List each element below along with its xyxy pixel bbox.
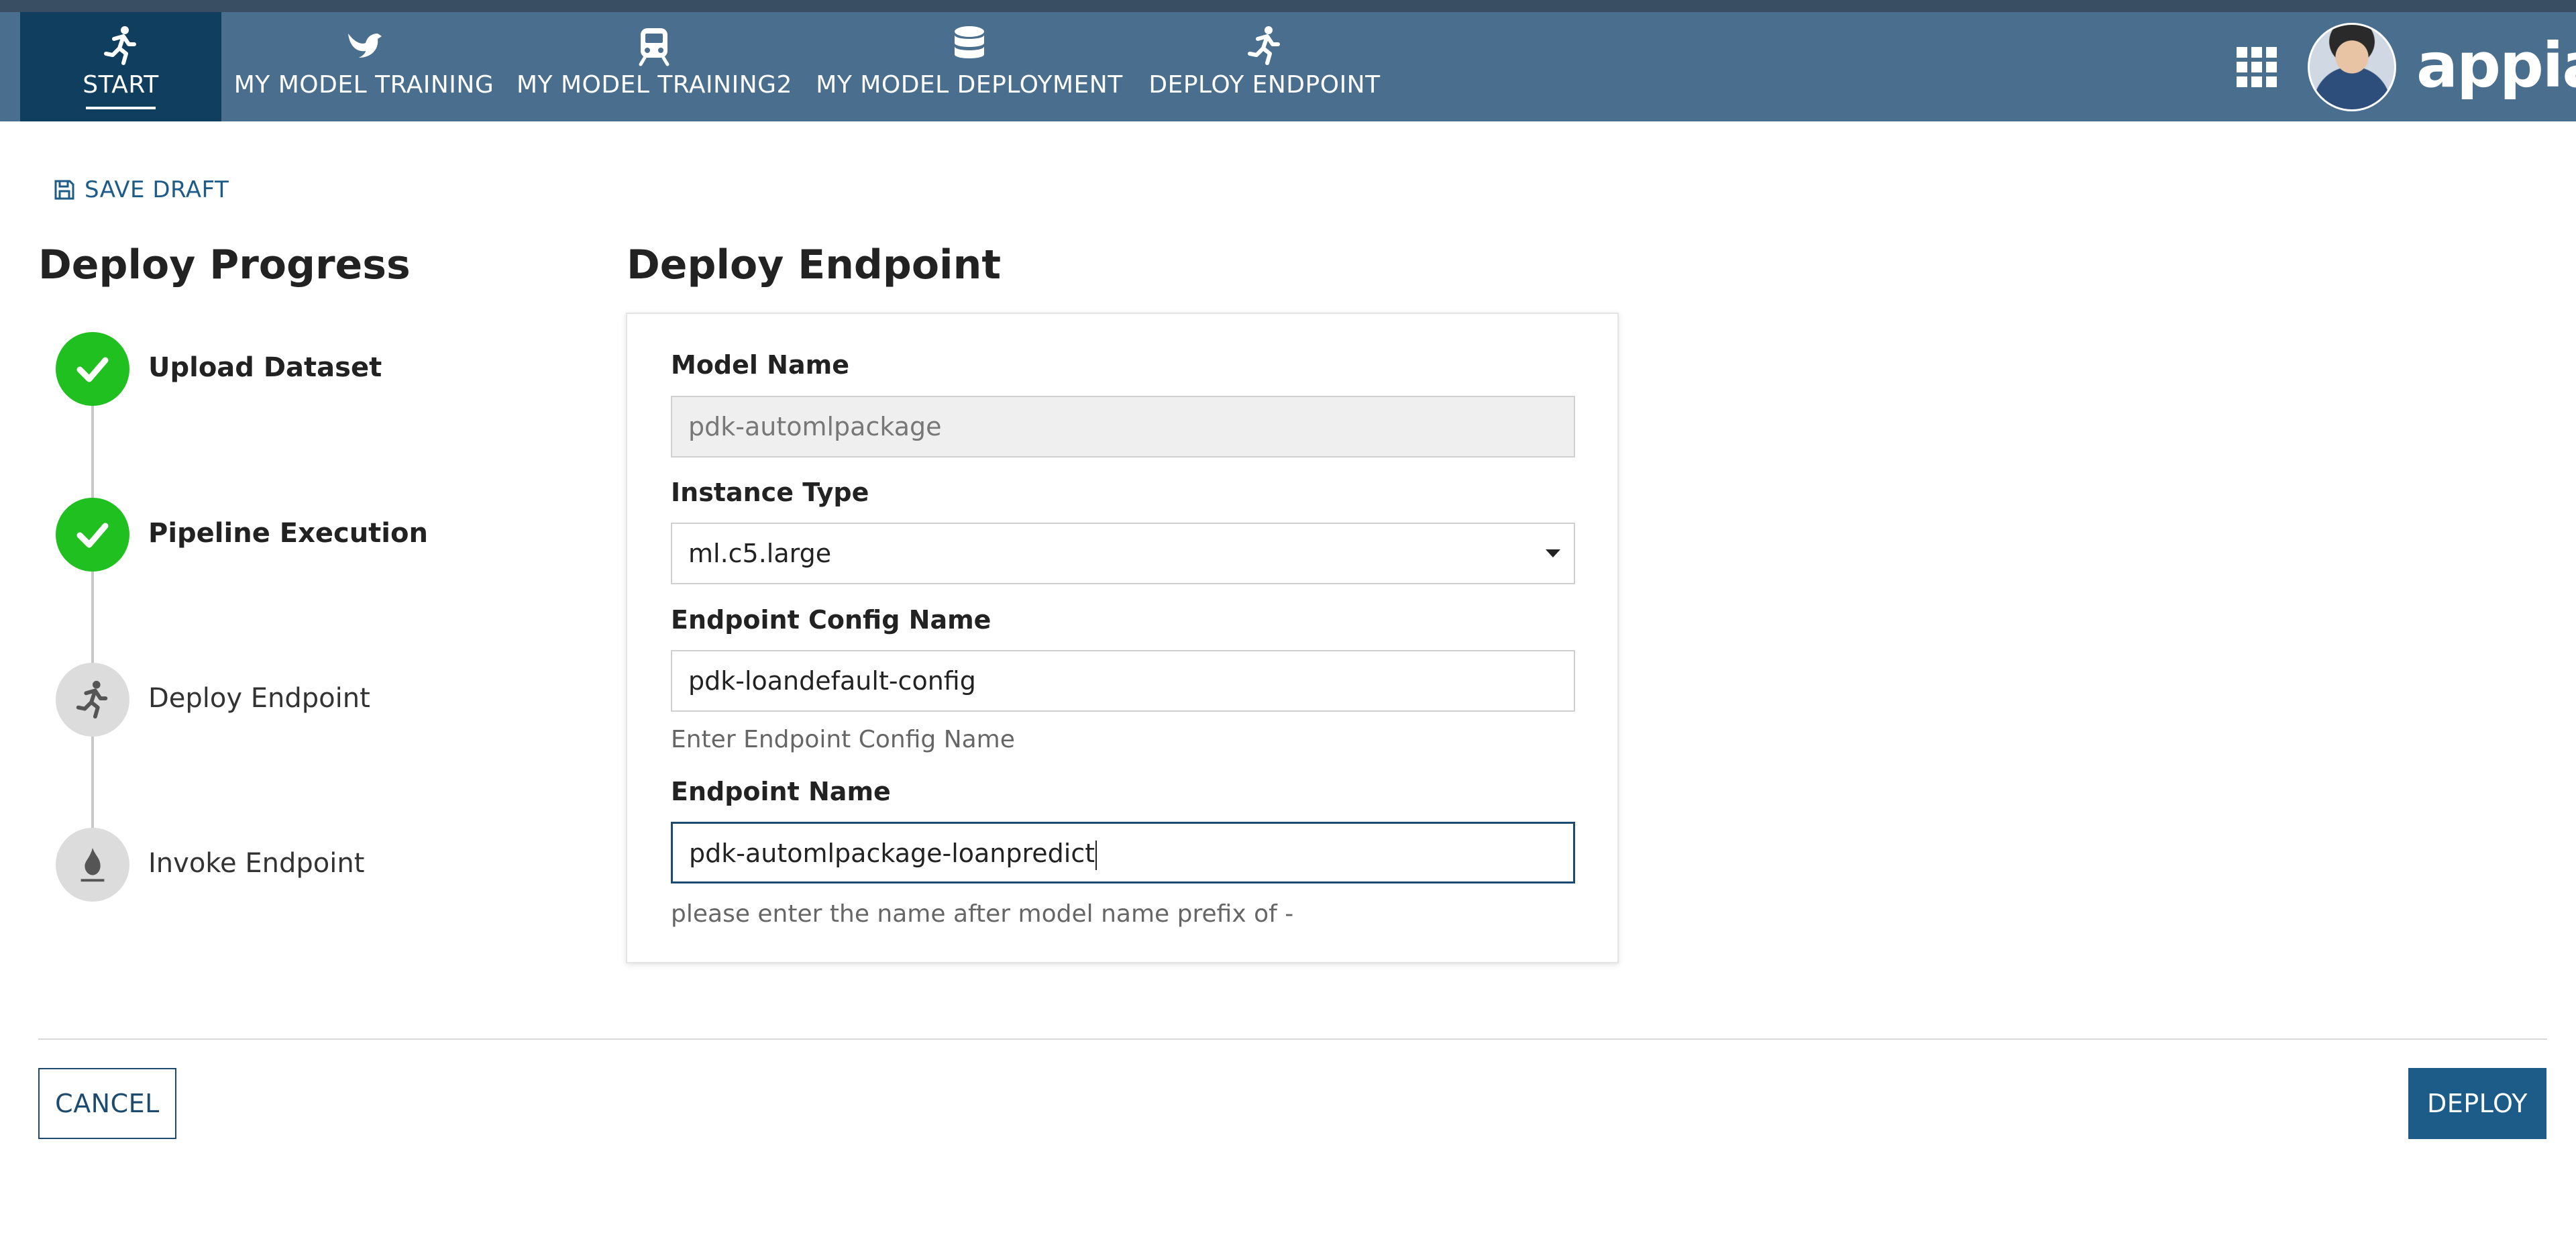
endpoint-config-name-input[interactable]: pdk-loandefault-config <box>671 650 1575 712</box>
step-label: Deploy Endpoint <box>148 683 370 714</box>
step-pipeline-execution: Pipeline Execution <box>56 498 525 572</box>
step-label: Upload Dataset <box>148 352 382 383</box>
database-icon <box>955 26 984 58</box>
train-icon <box>639 28 669 66</box>
step-invoke-endpoint: Invoke Endpoint <box>56 828 525 902</box>
model-name-label: Model Name <box>671 350 849 380</box>
flame-icon <box>80 847 105 882</box>
step-pending-indicator <box>56 828 129 902</box>
window-top-strip <box>0 0 2576 12</box>
endpoint-name-helper: please enter the name after model name p… <box>671 900 1294 928</box>
deploy-endpoint-form: Model Name pdk-automlpackage Instance Ty… <box>626 313 1619 963</box>
progress-connector-line <box>91 370 94 867</box>
tab-my-model-deployment-label: MY MODEL DEPLOYMENT <box>816 71 1123 99</box>
user-avatar[interactable] <box>2308 23 2396 111</box>
appian-logo: appian <box>2416 30 2576 101</box>
step-done-indicator <box>56 498 129 572</box>
endpoint-config-name-label: Endpoint Config Name <box>671 605 991 635</box>
tab-my-model-training2[interactable]: MY MODEL TRAINING2 <box>517 12 792 121</box>
instance-type-dropdown[interactable]: ml.c5.large <box>671 523 1575 584</box>
form-title: Deploy Endpoint <box>627 241 1002 288</box>
step-current-indicator <box>56 663 129 737</box>
checkmark-icon <box>76 357 109 382</box>
tab-my-model-training[interactable]: MY MODEL TRAINING <box>231 12 496 121</box>
tab-start[interactable]: START <box>20 12 221 121</box>
top-navbar: START MY MODEL TRAINING MY MODEL TRAININ… <box>0 12 2576 121</box>
runner-icon <box>76 680 108 719</box>
app-grid-icon[interactable] <box>2237 47 2277 87</box>
endpoint-name-label: Endpoint Name <box>671 777 891 806</box>
step-deploy-endpoint: Deploy Endpoint <box>56 663 525 737</box>
instance-type-label: Instance Type <box>671 478 869 507</box>
text-cursor <box>1095 840 1097 870</box>
tab-my-model-training-label: MY MODEL TRAINING <box>233 71 494 99</box>
runner-icon <box>104 26 136 65</box>
endpoint-config-name-helper: Enter Endpoint Config Name <box>671 726 1015 753</box>
tab-my-model-training2-label: MY MODEL TRAINING2 <box>517 71 792 99</box>
endpoint-name-input[interactable]: pdk-automlpackage-loanpredict <box>671 822 1575 883</box>
tab-deploy-endpoint[interactable]: DEPLOY ENDPOINT <box>1144 12 1385 121</box>
progress-title: Deploy Progress <box>38 241 411 288</box>
tab-deploy-endpoint-label: DEPLOY ENDPOINT <box>1148 71 1381 99</box>
instance-type-value: ml.c5.large <box>688 539 832 568</box>
endpoint-name-value: pdk-automlpackage-loanpredict <box>689 839 1095 868</box>
step-upload-dataset: Upload Dataset <box>56 332 525 406</box>
active-tab-underline <box>86 107 156 109</box>
footer-divider <box>38 1038 2547 1040</box>
cancel-button[interactable]: CANCEL <box>38 1068 176 1139</box>
deploy-button[interactable]: DEPLOY <box>2408 1068 2546 1139</box>
checkmark-icon <box>76 523 109 548</box>
runner-icon <box>1248 26 1280 65</box>
step-done-indicator <box>56 332 129 406</box>
save-icon <box>54 180 74 200</box>
step-label: Invoke Endpoint <box>148 848 365 879</box>
model-name-field: pdk-automlpackage <box>671 396 1575 458</box>
save-draft-label: SAVE DRAFT <box>85 176 229 203</box>
tab-start-label: START <box>83 71 159 99</box>
tab-my-model-deployment[interactable]: MY MODEL DEPLOYMENT <box>815 12 1124 121</box>
save-draft-button[interactable]: SAVE DRAFT <box>54 176 229 204</box>
bird-icon <box>347 34 382 58</box>
step-label: Pipeline Execution <box>148 518 428 549</box>
caret-down-icon <box>1546 549 1560 557</box>
